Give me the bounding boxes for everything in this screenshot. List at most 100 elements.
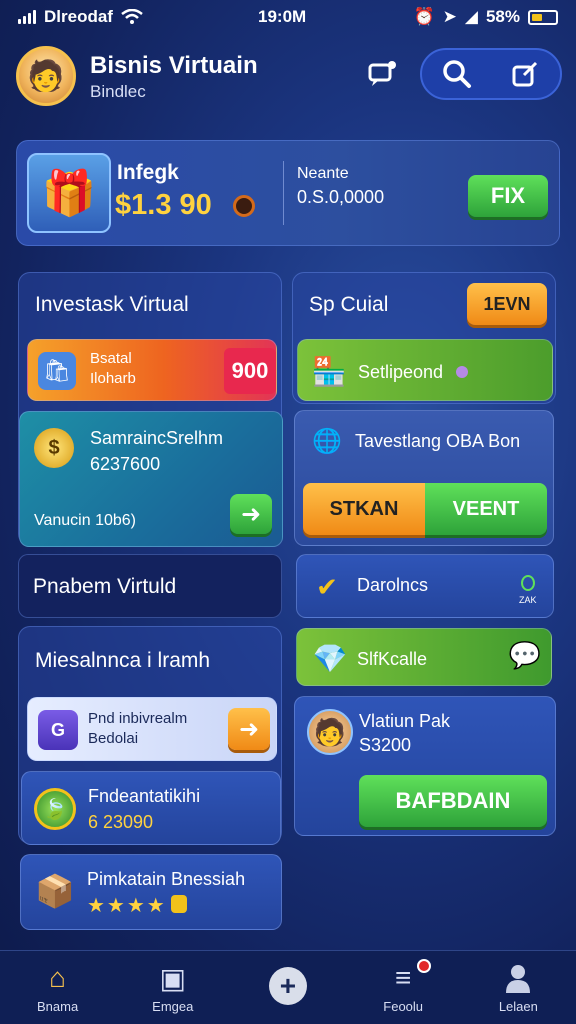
- teal-card-footer: Vanucin 10b6): [34, 512, 136, 529]
- wifi-icon: [121, 9, 143, 24]
- chat-icon: [368, 61, 396, 86]
- event-button[interactable]: VEENT: [425, 483, 547, 535]
- bottom-nav: ⌂ Bnama ▣ Emgea + ≡ Feoolu Lelaen: [0, 950, 576, 1024]
- edit-button[interactable]: [508, 56, 544, 92]
- teal-card-value: 6237600: [90, 454, 161, 474]
- avatar-character-icon: 🧑: [27, 59, 65, 93]
- darolncs-badge: ZAK: [519, 595, 537, 605]
- nav-home-label: Bnama: [36, 999, 79, 1014]
- dot-icon: [456, 366, 468, 378]
- start-button[interactable]: STKAN: [303, 483, 425, 535]
- settlement-label: Setlipeond: [358, 362, 444, 382]
- leaf-card[interactable]: 🍃 Fndeantatikihi 6 23090: [21, 771, 281, 845]
- leaf-card-value: 6 23090: [88, 812, 154, 832]
- shield-icon: G: [38, 710, 78, 750]
- offer-line2: Iloharb: [90, 370, 136, 387]
- light-card[interactable]: G Pnd inbivrealm Bedolai ➜: [27, 697, 277, 761]
- coin-stack-icon: [171, 895, 187, 913]
- profile-action-button[interactable]: BAFBDAIN: [359, 775, 547, 827]
- box-icon: 📦: [35, 873, 75, 909]
- coin-search-icon: $: [34, 428, 74, 468]
- plus-icon: +: [268, 966, 307, 1005]
- gift-character-icon: 🎁: [27, 153, 111, 233]
- search-button[interactable]: [439, 56, 475, 92]
- investing-card: 🌐 Tavestlang OBA Bon STKAN VEENT: [294, 410, 554, 546]
- home-icon: ⌂: [49, 962, 67, 993]
- balance-label: Neante: [297, 165, 349, 182]
- light-card-arrow-button[interactable]: ➜: [228, 708, 270, 750]
- nav-add[interactable]: +: [238, 966, 338, 1009]
- coin-icon: [233, 195, 255, 217]
- teal-card[interactable]: $ SamraincSrelhm 6237600 Vanucin 10b6) ➜: [19, 411, 283, 547]
- status-time: 19:0M: [258, 7, 307, 26]
- settlement-card[interactable]: 🏪 Setlipeond: [297, 339, 553, 401]
- leaf-coin-icon: 🍃: [34, 788, 76, 830]
- offer-line1: Bsatal: [90, 350, 132, 367]
- light-card-line1: Pnd inbivrealm: [88, 710, 188, 727]
- rating-stars: ★★★★: [87, 895, 167, 917]
- app-title: Bisnis Virtuain: [90, 52, 258, 79]
- leaf-card-title: Fndeantatikihi: [88, 786, 201, 806]
- profile-name: Vlatiun Pak: [359, 711, 451, 731]
- teal-card-arrow-button[interactable]: ➜: [230, 494, 272, 534]
- special-badge-button[interactable]: 1EVN: [467, 283, 547, 325]
- services-section: Miesalnnca i lramh G Pnd inbivrealm Bedo…: [18, 626, 282, 845]
- header-actions: [420, 48, 562, 100]
- offer-value: 900: [224, 348, 276, 394]
- profile-avatar-icon: 🧑: [307, 709, 353, 755]
- fix-button[interactable]: FIX: [468, 175, 548, 217]
- divider: [283, 161, 284, 225]
- profile-card: 🧑 Vlatiun Pak S3200 BAFBDAIN: [294, 696, 556, 836]
- search-icon: [442, 60, 471, 88]
- location-icon: ➤: [442, 7, 457, 26]
- picture-icon: ▣: [159, 962, 187, 994]
- offer-card[interactable]: 🛍 Bsatal Iloharb 900: [27, 339, 277, 401]
- notification-badge: [416, 959, 431, 973]
- wallet-panel: 🎁 Infegk $1.3 90 Neante 0.S.0,0000 FIX: [16, 140, 560, 246]
- chat-button[interactable]: [364, 56, 400, 92]
- nav-profile[interactable]: Lelaen: [468, 961, 568, 1014]
- signal-arrow-icon: ◢: [464, 7, 478, 26]
- virtual-banner-label: Pnabem Virtuld: [33, 575, 177, 598]
- invest-section-title: Investask Virtual: [35, 293, 189, 316]
- nav-gallery-label: Emgea: [152, 999, 194, 1014]
- skcalle-label: SlfKcalle: [357, 649, 428, 669]
- user-avatar[interactable]: 🧑: [16, 46, 76, 106]
- box-card-title: Pimkatain Bnessiah: [87, 869, 246, 889]
- invest-section: Investask Virtual 🛍 Bsatal Iloharb 900 $…: [18, 272, 283, 547]
- nav-home[interactable]: ⌂ Bnama: [8, 961, 108, 1014]
- nav-feed[interactable]: ≡ Feoolu: [353, 959, 453, 1014]
- nav-feed-label: Feoolu: [383, 999, 424, 1014]
- status-bar: Dlreodaf 19:0M ⏰ ➤ ◢ 58%: [0, 0, 576, 34]
- check-icon: ✔: [316, 571, 338, 602]
- box-card[interactable]: 📦 Pimkatain Bnessiah ★★★★: [20, 854, 282, 930]
- battery-icon: [528, 9, 558, 25]
- nav-gallery[interactable]: ▣ Emgea: [123, 961, 223, 1015]
- darolncs-label: Darolncs: [357, 575, 429, 595]
- services-section-title: Miesalnnca i lramh: [35, 649, 211, 672]
- alarm-icon: ⏰: [413, 7, 435, 26]
- virtual-banner[interactable]: Pnabem Virtuld: [18, 554, 282, 618]
- list-glyph: ≡: [394, 962, 412, 993]
- special-section: Sp Cuial 1EVN 🏪 Setlipeond: [292, 272, 556, 404]
- wallet-amount: $1.3 90: [115, 189, 212, 221]
- gems-icon: 💎: [312, 642, 348, 674]
- skcalle-card[interactable]: 💎 SlfKcalle 💬: [296, 628, 552, 686]
- chat-bubble-icon: 💬: [508, 639, 542, 670]
- profile-icon: [504, 961, 532, 995]
- balance-value: 0.S.0,0000: [297, 187, 385, 207]
- light-card-line2: Bedolai: [88, 730, 139, 747]
- globe-icon: 🌐: [312, 427, 342, 455]
- list-icon: ≡: [394, 959, 431, 995]
- teal-card-title: SamraincSrelhm: [90, 428, 224, 448]
- carrier-name: Dlreodaf: [44, 7, 113, 26]
- wallet-label: Infegk: [117, 161, 179, 184]
- app-subtitle: Bindlec: [90, 82, 146, 101]
- profile-value: S3200: [359, 735, 412, 755]
- arrow-right-icon: ➜: [240, 500, 262, 528]
- investing-card-title: Tavestlang OBA Bon: [355, 431, 521, 451]
- special-section-title: Sp Cuial: [309, 293, 389, 316]
- darolncs-card[interactable]: ✔ Darolncs ZAK: [296, 554, 554, 618]
- bag-icon: 🛍: [38, 352, 76, 390]
- edit-icon: [512, 61, 537, 87]
